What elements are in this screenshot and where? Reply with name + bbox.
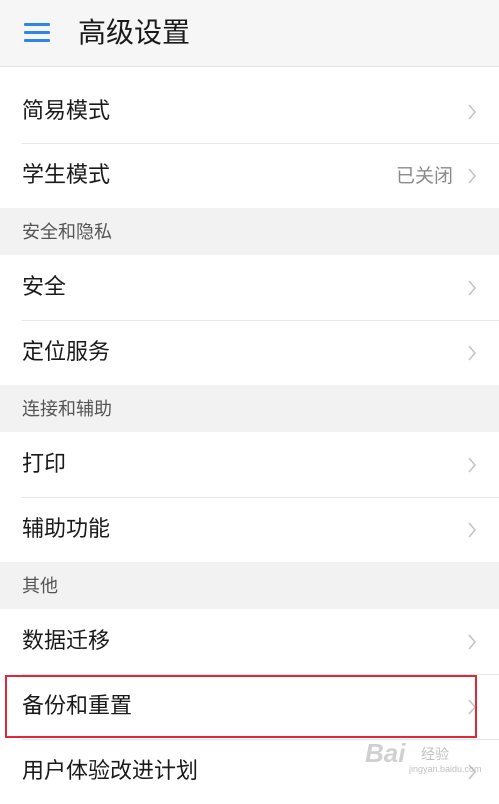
settings-item-label: 用户体验改进计划 <box>22 759 199 784</box>
section-title: 安全和隐私 <box>22 222 112 243</box>
menu-line <box>24 31 50 34</box>
chevron-right-icon <box>468 634 477 650</box>
settings-item-location-services[interactable]: 定位服务 <box>0 321 499 385</box>
settings-item-security[interactable]: 安全 <box>0 256 499 320</box>
settings-item-student-mode[interactable]: 学生模式 已关闭 <box>0 144 499 208</box>
settings-item-label: 打印 <box>22 452 67 477</box>
watermark-url: jingyan.baidu.com <box>409 764 482 774</box>
settings-item-print[interactable]: 打印 <box>0 433 499 497</box>
settings-item-label: 简易模式 <box>22 99 111 124</box>
app-bar: 高级设置 <box>0 0 499 67</box>
page-title: 高级设置 <box>78 16 191 49</box>
watermark-logo-text: Bai <box>365 738 406 768</box>
section-header-connection-assist: 连接和辅助 <box>0 385 499 432</box>
settings-item-label: 定位服务 <box>22 340 111 365</box>
settings-item-label: 数据迁移 <box>22 629 111 654</box>
settings-item-label: 学生模式 <box>22 163 111 188</box>
chevron-right-icon <box>468 345 477 361</box>
chevron-right-icon <box>468 280 477 296</box>
section-header-security-privacy: 安全和隐私 <box>0 208 499 255</box>
settings-item-label: 辅助功能 <box>22 517 111 542</box>
highlight-annotation-box <box>5 675 477 738</box>
watermark-sub-text: 经验 <box>421 747 449 763</box>
settings-item-data-migration[interactable]: 数据迁移 <box>0 610 499 674</box>
settings-item-accessibility[interactable]: 辅助功能 <box>0 498 499 562</box>
chevron-right-icon <box>468 522 477 538</box>
menu-line <box>24 39 50 42</box>
settings-item-simple-mode[interactable]: 简易模式 <box>0 80 499 144</box>
section-title: 其他 <box>22 576 58 597</box>
section-header-other: 其他 <box>0 562 499 609</box>
menu-line <box>24 23 50 26</box>
hamburger-menu-icon[interactable] <box>24 23 50 43</box>
baidu-jingyan-watermark: Bai 经验 jingyan.baidu.com <box>365 732 485 778</box>
chevron-right-icon <box>468 104 477 120</box>
settings-item-label: 安全 <box>22 275 67 300</box>
section-title: 连接和辅助 <box>22 399 112 420</box>
status-value: 已关闭 <box>395 165 453 187</box>
chevron-right-icon <box>468 457 477 473</box>
chevron-right-icon <box>468 168 477 184</box>
